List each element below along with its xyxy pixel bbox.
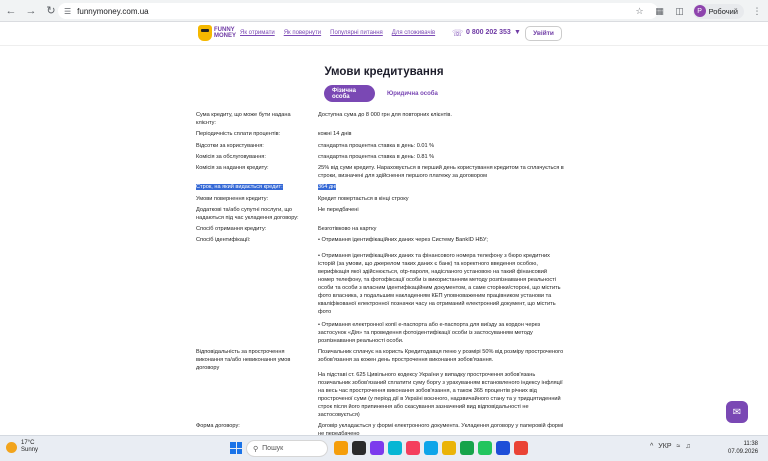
term-value: Не передбачені [318, 207, 359, 213]
term-label: Форма договору: [196, 423, 240, 429]
taskbar-search[interactable]: ⚲ Пошук [246, 440, 328, 457]
nav-faq[interactable]: Популярні питання [330, 30, 383, 36]
term-value: • Отримання ідентифікаційних даних та фі… [318, 253, 561, 315]
logo-line2: MONEY [214, 33, 237, 39]
nav-how-to-repay[interactable]: Як повернути [284, 30, 321, 36]
term-label: Додаткові та/або супутні послуги, що над… [196, 207, 299, 221]
credit-terms-page: Умови кредитування Фізична особа Юридичн… [0, 46, 768, 435]
term-label: Комісія за обслуговування: [196, 154, 266, 160]
app-icon[interactable] [406, 441, 420, 455]
language-indicator[interactable]: УКР [658, 443, 671, 450]
term-value: стандартна процентна ставка в день: 0.01… [318, 143, 435, 149]
page-title: Умови кредитування [324, 66, 444, 78]
browser-toolbar: ← → ↻ ☰ funnymoney.com.ua ☆ ▦ ◫ Р Робочи… [0, 0, 768, 22]
profile-name: Робочий [708, 6, 738, 16]
term-label: Сума кредиту, що може бути надана клієнт… [196, 112, 291, 126]
windows-taskbar: 17°C Sunny ⚲ Пошук ^ УКР ≈ ♫ 11:38 07.09… [0, 435, 768, 461]
term-value: • Отримання електронної копії е-паспорта… [318, 322, 541, 344]
term-value: На підставі ст. 625 Цивільного кодексу У… [318, 372, 563, 418]
back-arrow-icon[interactable]: ← [2, 2, 20, 20]
phone-number[interactable]: 0 800 202 353 [466, 29, 511, 36]
term-value: Кредит повертається в кінці строку [318, 196, 409, 202]
system-tray: ^ УКР ≈ ♫ [650, 443, 691, 450]
chat-bubble-icon: ✉ [732, 406, 742, 418]
time: 11:38 [743, 441, 759, 447]
login-button[interactable]: Увійти [525, 26, 562, 41]
phone-icon: ☏ [452, 28, 464, 38]
file-explorer-icon[interactable] [442, 441, 456, 455]
person-type-tabs: Фізична особа Юридична особа [324, 85, 446, 102]
term-label: Відсотки за користування: [196, 143, 264, 149]
app-icon[interactable] [388, 441, 402, 455]
weather-condition: Sunny [21, 447, 39, 453]
term-value: 25% від суми кредиту. Нараховується в пе… [318, 165, 564, 179]
term-label: Спосіб ідентифікації: [196, 237, 251, 243]
taskbar-apps [334, 441, 528, 455]
chevron-down-icon[interactable]: ▼ [514, 29, 521, 36]
app-icon[interactable] [370, 441, 384, 455]
term-value: стандартна процентна ставка в день: 0.81… [318, 154, 435, 160]
app-icon[interactable] [478, 441, 492, 455]
chat-support-button[interactable]: ✉ [726, 401, 748, 423]
search-label: Пошук [262, 445, 284, 452]
term-label: Періодичність сплати процентів: [196, 131, 281, 137]
address-bar[interactable]: ☰ funnymoney.com.ua [58, 3, 658, 19]
term-value: Позичальник сплачує на користь Кредитода… [318, 349, 564, 363]
term-label: Відповідальність за прострочення виконан… [196, 349, 291, 371]
app-icon[interactable] [460, 441, 474, 455]
term-label: Умови повернення кредиту: [196, 196, 269, 202]
chrome-browser-icon[interactable] [514, 441, 528, 455]
tab-legal-entity[interactable]: Юридична особа [379, 85, 446, 102]
term-value: кожні 14 днів [318, 131, 352, 137]
profile-button[interactable]: Р Робочий [692, 3, 744, 19]
sun-icon [6, 441, 17, 453]
forward-arrow-icon[interactable]: → [22, 2, 40, 20]
wifi-icon[interactable]: ≈ [677, 443, 681, 450]
term-value: Безготівково на картку [318, 226, 377, 232]
sidebar-icon[interactable]: ◫ [673, 6, 687, 17]
chevron-up-icon[interactable]: ^ [650, 443, 653, 450]
widget-app-icon[interactable] [334, 441, 348, 455]
search-icon: ⚲ [253, 445, 259, 453]
bookmark-star-icon[interactable]: ☆ [633, 6, 647, 17]
taskbar-clock[interactable]: 11:38 07.09.2026 [728, 440, 758, 456]
volume-icon[interactable]: ♫ [685, 443, 690, 450]
site-info-icon[interactable]: ☰ [64, 7, 71, 16]
avatar: Р [693, 5, 706, 17]
site-logo[interactable]: FUNNY MONEY [198, 25, 236, 41]
start-windows-icon[interactable] [230, 442, 242, 454]
nav-how-to-get[interactable]: Як отримати [240, 30, 275, 36]
site-nav: Як отримати Як повернути Популярні питан… [240, 30, 435, 36]
menu-dots-icon[interactable]: ⋮ [750, 6, 764, 17]
date: 07.09.2026 [728, 449, 759, 455]
nav-for-consumers[interactable]: Для споживачів [392, 30, 435, 36]
edge-browser-icon[interactable] [424, 441, 438, 455]
term-value: • Отримання ідентифікаційних даних через… [318, 237, 488, 243]
term-label-selected: Строк, на який видається кредит: [196, 184, 283, 190]
tab-individual[interactable]: Фізична особа [324, 85, 375, 102]
term-value-selected: 364 дні [318, 184, 337, 190]
weather-widget[interactable]: 17°C Sunny [6, 440, 38, 454]
temperature: 17°C [21, 440, 35, 446]
logo-mascot-icon [198, 25, 212, 41]
task-view-icon[interactable] [352, 441, 366, 455]
site-header: FUNNY MONEY Як отримати Як повернути Поп… [0, 22, 768, 46]
url-text: funnymoney.com.ua [77, 6, 149, 16]
extensions-icon[interactable]: ▦ [653, 6, 667, 17]
term-value: Доступна сума до 8 000 грн для повторних… [318, 112, 452, 118]
term-value: Договір укладається у формі електронного… [318, 423, 564, 435]
term-label: Комісія за надання кредиту: [196, 165, 269, 171]
app-icon[interactable] [496, 441, 510, 455]
term-label: Спосіб отримання кредиту: [196, 226, 267, 232]
